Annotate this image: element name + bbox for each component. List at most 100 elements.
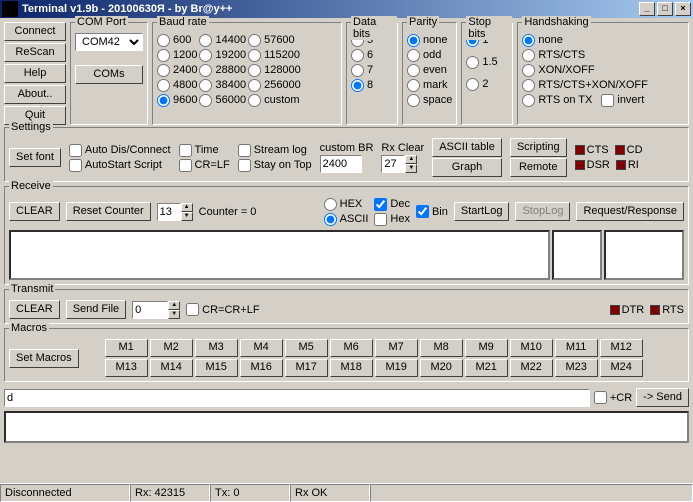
autostart-check[interactable]	[69, 159, 82, 172]
db-8[interactable]: 8	[351, 78, 393, 92]
streamlog-check[interactable]	[238, 144, 251, 157]
baud-128000[interactable]: 128000	[248, 63, 301, 77]
autodis-check[interactable]	[69, 144, 82, 157]
rxclear-up[interactable]: ▲	[405, 155, 417, 164]
macro-M1[interactable]: M1	[105, 339, 148, 357]
crlf-check[interactable]	[179, 159, 192, 172]
macro-M9[interactable]: M9	[465, 339, 508, 357]
setmacros-button[interactable]: Set Macros	[9, 349, 79, 368]
baud-600[interactable]: 600	[157, 33, 197, 47]
par-even[interactable]: even	[407, 63, 452, 77]
send-button[interactable]: -> Send	[636, 388, 689, 407]
rx-hex-check[interactable]	[374, 213, 387, 226]
counter-up[interactable]: ▲	[181, 203, 193, 212]
sb-2[interactable]: 2	[466, 77, 508, 91]
par-mark[interactable]: mark	[407, 78, 452, 92]
db-7[interactable]: 7	[351, 63, 393, 77]
macro-M8[interactable]: M8	[420, 339, 463, 357]
rxclear-input[interactable]	[381, 155, 405, 173]
rx-ascii-radio[interactable]	[324, 213, 337, 226]
macro-M21[interactable]: M21	[465, 359, 508, 377]
setfont-button[interactable]: Set font	[9, 148, 61, 167]
baud-4800[interactable]: 4800	[157, 78, 197, 92]
macro-M10[interactable]: M10	[510, 339, 553, 357]
par-none[interactable]: none	[407, 33, 452, 47]
hs-0[interactable]: none	[522, 33, 684, 47]
close-button[interactable]: ×	[675, 2, 691, 16]
reqresp-button[interactable]: Request/Response	[576, 202, 684, 221]
baud-115200[interactable]: 115200	[248, 48, 301, 62]
macro-M24[interactable]: M24	[600, 359, 643, 377]
par-space[interactable]: space	[407, 93, 452, 107]
baud-38400[interactable]: 38400	[199, 78, 246, 92]
rx-hex-radio[interactable]	[324, 198, 337, 211]
macro-M4[interactable]: M4	[240, 339, 283, 357]
maximize-button[interactable]: □	[657, 2, 673, 16]
rx-bin-area[interactable]	[604, 230, 684, 280]
cr-check[interactable]	[594, 391, 607, 404]
asciitable-button[interactable]: ASCII table	[432, 138, 502, 157]
tx-spinner[interactable]	[132, 301, 168, 319]
rxclear-down[interactable]: ▼	[405, 164, 417, 173]
rx-dec-check[interactable]	[374, 198, 387, 211]
send-input[interactable]	[4, 389, 590, 407]
baud-1200[interactable]: 1200	[157, 48, 197, 62]
hs-3[interactable]: RTS/CTS+XON/XOFF	[522, 78, 684, 92]
tx-spin-down[interactable]: ▼	[168, 310, 180, 319]
macro-M7[interactable]: M7	[375, 339, 418, 357]
macro-M18[interactable]: M18	[330, 359, 373, 377]
staytop-check[interactable]	[238, 159, 251, 172]
time-check[interactable]	[179, 144, 192, 157]
baud-56000[interactable]: 56000	[199, 93, 246, 107]
macro-M17[interactable]: M17	[285, 359, 328, 377]
par-odd[interactable]: odd	[407, 48, 452, 62]
tx-spin-up[interactable]: ▲	[168, 301, 180, 310]
macro-M19[interactable]: M19	[375, 359, 418, 377]
macro-M14[interactable]: M14	[150, 359, 193, 377]
rx-bin-check[interactable]	[416, 205, 429, 218]
macro-M5[interactable]: M5	[285, 339, 328, 357]
about-button[interactable]: About..	[4, 85, 66, 104]
macro-M12[interactable]: M12	[600, 339, 643, 357]
baud-57600[interactable]: 57600	[248, 33, 301, 47]
db-6[interactable]: 6	[351, 48, 393, 62]
resetcounter-button[interactable]: Reset Counter	[66, 202, 151, 221]
baud-28800[interactable]: 28800	[199, 63, 246, 77]
counter-input[interactable]	[157, 203, 181, 221]
macro-M16[interactable]: M16	[240, 359, 283, 377]
com-port-select[interactable]: COM42	[75, 33, 143, 51]
hs-2[interactable]: XON/XOFF	[522, 63, 684, 77]
rx-clear-button[interactable]: CLEAR	[9, 202, 60, 221]
baud-19200[interactable]: 19200	[199, 48, 246, 62]
rescan-button[interactable]: ReScan	[4, 43, 66, 62]
sendfile-button[interactable]: Send File	[66, 300, 126, 319]
baud-256000[interactable]: 256000	[248, 78, 301, 92]
baud-custom[interactable]: custom	[248, 93, 301, 107]
macro-M15[interactable]: M15	[195, 359, 238, 377]
minimize-button[interactable]: _	[639, 2, 655, 16]
coms-button[interactable]: COMs	[75, 65, 143, 84]
connect-button[interactable]: Connect	[4, 22, 66, 41]
baud-2400[interactable]: 2400	[157, 63, 197, 77]
sb-1.5[interactable]: 1.5	[466, 55, 508, 69]
macro-M2[interactable]: M2	[150, 339, 193, 357]
macro-M3[interactable]: M3	[195, 339, 238, 357]
send-textarea[interactable]	[4, 411, 689, 443]
hs-4[interactable]: RTS on TXinvert	[522, 93, 684, 107]
custombr-input[interactable]	[320, 155, 362, 173]
macro-M11[interactable]: M11	[555, 339, 598, 357]
rx-dec-area[interactable]	[552, 230, 602, 280]
tx-clear-button[interactable]: CLEAR	[9, 300, 60, 319]
graph-button[interactable]: Graph	[432, 158, 502, 177]
hs-1[interactable]: RTS/CTS	[522, 48, 684, 62]
macro-M23[interactable]: M23	[555, 359, 598, 377]
startlog-button[interactable]: StartLog	[454, 202, 510, 221]
crcrlf-check[interactable]	[186, 303, 199, 316]
help-button[interactable]: Help	[4, 64, 66, 83]
baud-9600[interactable]: 9600	[157, 93, 197, 107]
macro-M13[interactable]: M13	[105, 359, 148, 377]
rx-textarea[interactable]	[9, 230, 550, 280]
scripting-button[interactable]: Scripting	[510, 138, 567, 157]
remote-button[interactable]: Remote	[510, 158, 567, 177]
counter-down[interactable]: ▼	[181, 212, 193, 221]
